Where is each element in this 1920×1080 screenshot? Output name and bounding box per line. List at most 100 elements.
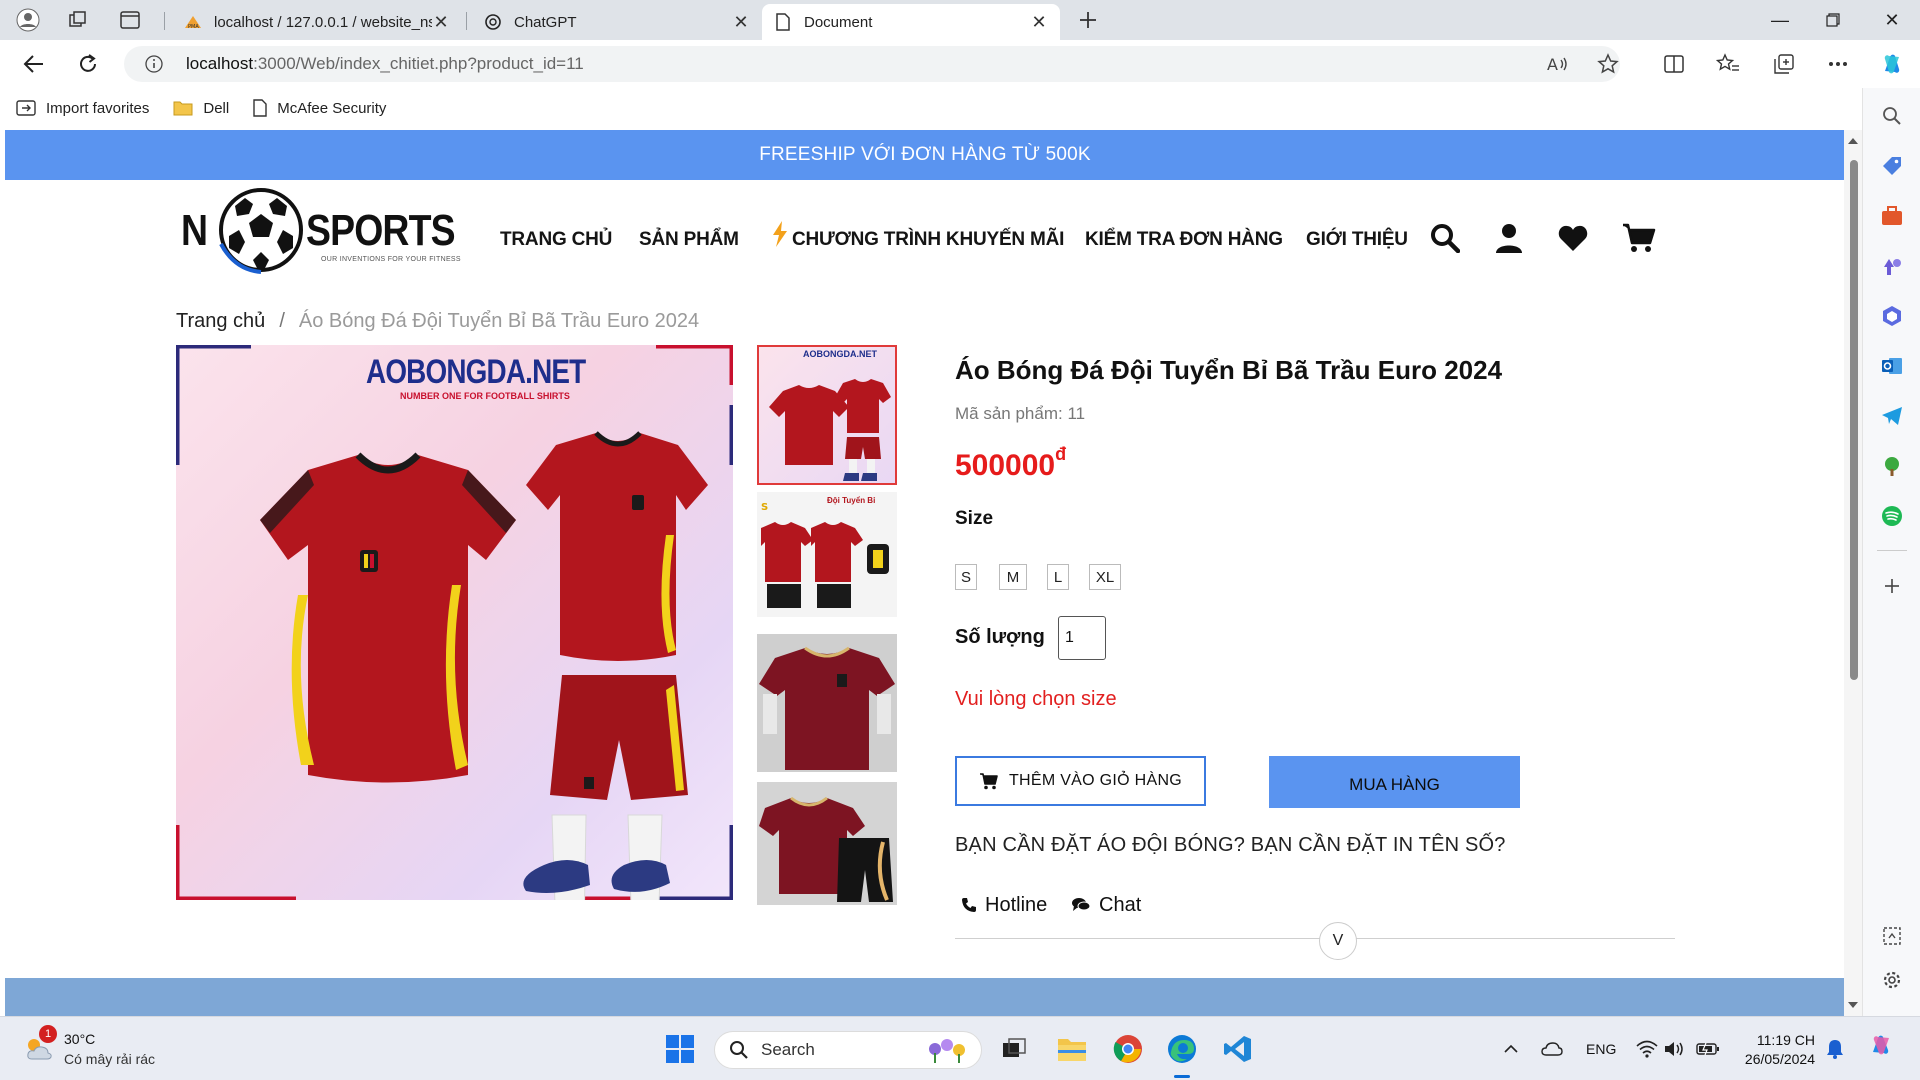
close-icon[interactable]: ✕ xyxy=(732,12,750,33)
url-text: localhost:3000/Web/index_chitiet.php?pro… xyxy=(186,54,584,73)
browser-tab-bar: PMA localhost / 127.0.0.1 / website_ns ✕… xyxy=(0,0,1920,40)
vscode-icon[interactable] xyxy=(1220,1031,1256,1067)
folder-icon xyxy=(173,100,193,116)
product-main-image[interactable]: AOBONGDA.NET NUMBER ONE FOR FOOTBALL SHI… xyxy=(176,345,733,900)
size-option-l[interactable]: L xyxy=(1047,564,1069,590)
profile-icon[interactable] xyxy=(12,6,44,34)
quantity-input[interactable] xyxy=(1058,616,1106,660)
thumbnail-2[interactable]: S Đội Tuyển Bỉ xyxy=(757,492,897,617)
url-bar[interactable]: localhost:3000/Web/index_chitiet.php?pro… xyxy=(124,46,1620,82)
task-view-icon[interactable] xyxy=(996,1031,1032,1067)
nav-kiem-tra-don-hang[interactable]: KIỂM TRA ĐƠN HÀNG xyxy=(1085,220,1283,260)
show-hidden-icons[interactable] xyxy=(1503,1037,1519,1061)
size-option-xl[interactable]: XL xyxy=(1089,564,1121,590)
fav-dell[interactable]: Dell xyxy=(173,100,229,117)
split-screen-icon[interactable] xyxy=(1656,48,1692,80)
file-explorer-icon[interactable] xyxy=(1054,1031,1090,1067)
search-icon[interactable] xyxy=(1880,104,1904,128)
workspaces-icon[interactable] xyxy=(62,6,94,34)
chrome-icon[interactable] xyxy=(1110,1031,1146,1067)
thumbnail-4[interactable] xyxy=(757,782,897,905)
svg-text:PMA: PMA xyxy=(188,24,199,30)
favorite-star-icon[interactable] xyxy=(1590,48,1626,80)
buy-now-button[interactable]: MUA HÀNG xyxy=(1269,756,1520,808)
spotify-icon[interactable] xyxy=(1880,504,1904,528)
size-option-s[interactable]: S xyxy=(955,564,977,590)
volume-icon[interactable] xyxy=(1664,1037,1686,1061)
copilot-taskbar-icon[interactable] xyxy=(1866,1033,1896,1057)
nav-trang-chu[interactable]: TRANG CHỦ xyxy=(500,220,612,260)
edge-icon[interactable] xyxy=(1164,1031,1200,1067)
telegram-icon[interactable] xyxy=(1880,404,1904,428)
settings-gear-icon[interactable] xyxy=(1880,968,1904,992)
minimize-icon[interactable]: — xyxy=(1752,0,1808,40)
shopping-tag-icon[interactable] xyxy=(1880,154,1904,178)
outlook-icon[interactable] xyxy=(1880,354,1904,378)
size-option-m[interactable]: M xyxy=(999,564,1027,590)
breadcrumb: Trang chủ / Áo Bóng Đá Đội Tuyển Bỉ Bã T… xyxy=(176,306,699,336)
scrollbar-thumb[interactable] xyxy=(1850,160,1858,680)
site-logo[interactable]: N SPORTS OUR INVENTIONS FOR YOUR FITNESS xyxy=(181,184,461,284)
reload-icon[interactable] xyxy=(70,48,106,80)
favorites-icon[interactable] xyxy=(1710,48,1746,80)
tree-icon[interactable] xyxy=(1880,454,1904,478)
tab-document[interactable]: Document ✕ xyxy=(762,4,1060,40)
chat-icon xyxy=(1071,897,1091,913)
site-info-icon[interactable] xyxy=(134,55,174,73)
more-menu-icon[interactable] xyxy=(1820,48,1856,80)
expand-toggle-button[interactable]: V xyxy=(1319,922,1357,960)
breadcrumb-home[interactable]: Trang chủ xyxy=(176,310,265,333)
thumbnail-image xyxy=(757,782,897,905)
tab-phpmyadmin[interactable]: PMA localhost / 127.0.0.1 / website_ns ✕ xyxy=(172,4,462,40)
nav-san-pham[interactable]: SẢN PHẨM xyxy=(639,220,739,260)
close-window-icon[interactable]: ✕ xyxy=(1864,0,1920,40)
games-icon[interactable] xyxy=(1880,254,1904,278)
tab-title: ChatGPT xyxy=(514,13,577,31)
scroll-up-icon[interactable] xyxy=(1844,134,1862,148)
read-aloud-icon[interactable]: A xyxy=(1540,48,1576,80)
close-icon[interactable]: ✕ xyxy=(1030,12,1048,33)
fav-import-favorites[interactable]: Import favorites xyxy=(16,99,149,117)
back-icon[interactable] xyxy=(16,48,52,80)
thumbnail-team-text: Đội Tuyển Bỉ xyxy=(827,496,876,505)
user-icon[interactable] xyxy=(1489,218,1529,258)
system-clock[interactable]: 11:19 CH 26/05/2024 xyxy=(1735,1031,1815,1069)
product-code: Mã sản phẩm: 11 xyxy=(955,404,1086,423)
heart-icon[interactable] xyxy=(1553,218,1593,258)
footer-band xyxy=(5,978,1845,1016)
copilot-icon[interactable] xyxy=(1874,48,1910,80)
hotline-label: Hotline xyxy=(985,893,1048,916)
weather-widget[interactable]: 1 30°C Có mây rải rác xyxy=(24,1025,204,1073)
new-tab-icon[interactable] xyxy=(1072,6,1104,34)
nav-gioi-thieu[interactable]: GIỚI THIỆU xyxy=(1306,220,1408,260)
hotline-link[interactable]: Hotline xyxy=(961,892,1047,918)
scroll-down-icon[interactable] xyxy=(1844,998,1862,1012)
add-to-cart-button[interactable]: THÊM VÀO GIỎ HÀNG xyxy=(955,756,1206,806)
vertical-tabs-icon[interactable] xyxy=(114,6,146,34)
currency-symbol: đ xyxy=(1055,444,1067,464)
screenshot-icon[interactable] xyxy=(1880,924,1904,948)
chat-link[interactable]: Chat xyxy=(1071,892,1141,918)
web-page: FREESHIP VỚI ĐƠN HÀNG TỪ 500K N SPORTS O… xyxy=(5,130,1845,1016)
cart-icon[interactable] xyxy=(1619,218,1659,258)
add-icon[interactable] xyxy=(1880,574,1904,598)
thumbnail-3[interactable] xyxy=(757,634,897,772)
thumbnail-1[interactable]: AOBONGDA.NET xyxy=(757,345,897,485)
onedrive-icon[interactable] xyxy=(1541,1037,1563,1061)
search-icon[interactable] xyxy=(1425,218,1465,258)
nav-khuyen-mai[interactable]: CHƯƠNG TRÌNH KHUYẾN MÃI xyxy=(770,220,1064,260)
restore-icon[interactable] xyxy=(1805,0,1861,40)
taskbar-search[interactable]: Search xyxy=(714,1031,982,1069)
tools-briefcase-icon[interactable] xyxy=(1880,204,1904,228)
fav-mcafee[interactable]: McAfee Security xyxy=(253,99,386,117)
collections-icon[interactable] xyxy=(1766,48,1802,80)
close-icon[interactable]: ✕ xyxy=(432,12,450,33)
phpmyadmin-icon: PMA xyxy=(184,13,202,31)
tab-chatgpt[interactable]: ChatGPT ✕ xyxy=(472,4,762,40)
battery-icon[interactable] xyxy=(1696,1037,1720,1061)
notification-bell-icon[interactable] xyxy=(1826,1037,1844,1061)
wifi-icon[interactable] xyxy=(1636,1037,1658,1061)
language-indicator[interactable]: ENG xyxy=(1586,1037,1616,1061)
windows-start-icon[interactable] xyxy=(662,1031,698,1067)
microsoft-365-icon[interactable] xyxy=(1880,304,1904,328)
